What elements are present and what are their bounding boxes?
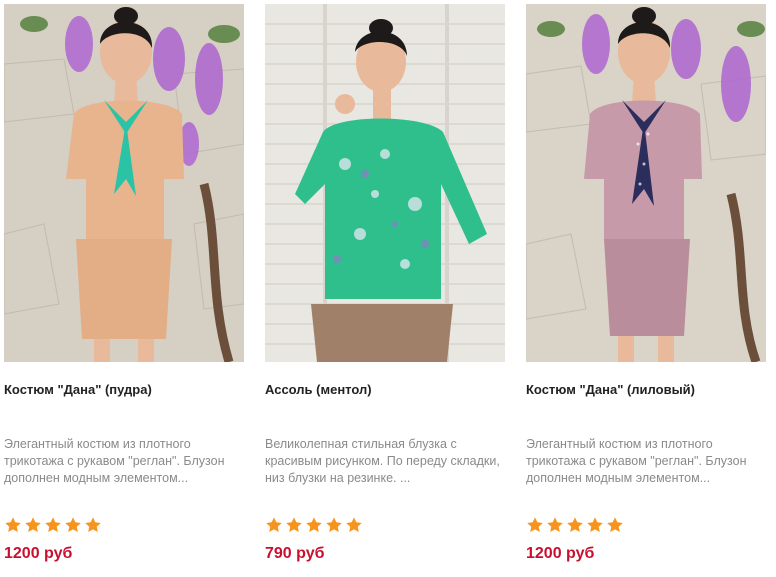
product-image [4,4,244,362]
star-icon [286,517,302,533]
product-description: Великолепная стильная блузка с красивым … [265,437,500,485]
product-image [265,4,505,362]
product-title-link[interactable]: Костюм "Дана" (лиловый) [526,382,776,398]
star-icon [547,517,563,533]
product-photo[interactable] [526,4,766,362]
product-card: Костюм "Дана" (лиловый) Элегантный костю… [526,4,766,562]
star-icon [5,517,21,533]
product-price: 1200 руб [526,545,595,562]
product-description: Элегантный костюм из плотного трикотажа … [4,437,225,485]
product-title-link[interactable]: Ассоль (ментол) [265,382,515,398]
star-icon [306,517,322,533]
product-photo[interactable] [4,4,244,362]
product-grid: Костюм "Дана" (пудра) Элегантный костюм … [0,0,776,577]
product-photo[interactable] [265,4,505,362]
star-icon [45,517,61,533]
rating-stars [526,516,624,536]
product-description: Элегантный костюм из плотного трикотажа … [526,437,747,485]
star-icon [25,517,41,533]
star-icon [266,517,282,533]
product-card: Ассоль (ментол) Великолепная стильная бл… [265,4,505,562]
star-icon [567,517,583,533]
star-icon [346,517,362,533]
star-icon [85,517,101,533]
product-image [526,4,766,362]
star-icon [587,517,603,533]
product-title-link[interactable]: Костюм "Дана" (пудра) [4,382,254,398]
product-price: 790 руб [265,545,325,562]
rating-stars [4,516,102,536]
star-icon [326,517,342,533]
star-icon [527,517,543,533]
product-card: Костюм "Дана" (пудра) Элегантный костюм … [4,4,244,562]
rating-stars [265,516,363,536]
star-icon [65,517,81,533]
star-icon [607,517,623,533]
product-price: 1200 руб [4,545,73,562]
